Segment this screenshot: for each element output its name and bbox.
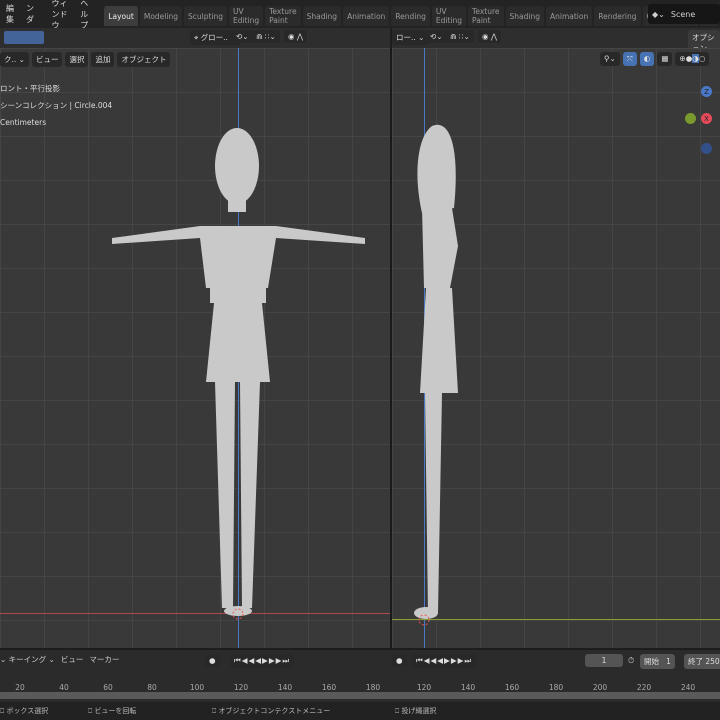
status-label: オブジェクトコンテクストメニュー <box>218 707 331 715</box>
menu-window[interactable]: ウィンドウ <box>45 0 74 31</box>
character-side-view[interactable] <box>392 48 720 648</box>
orientation-label: ロー.. <box>396 33 416 42</box>
tab-workspace[interactable]: UV Editing <box>229 6 264 26</box>
tab-workspace[interactable]: Texture Paint <box>265 6 301 26</box>
tab-workspace[interactable]: Rending <box>391 6 430 26</box>
playback-controls[interactable]: ⏮◀◀◀▶▶▶⏭ <box>230 654 295 668</box>
snap-toggle[interactable]: ⋒ ∷⌄ <box>252 30 280 43</box>
status-lasso-select: ⎕ 投げ縄選択 <box>395 707 437 715</box>
menu-help[interactable]: ヘルプ <box>74 0 96 31</box>
tab-workspace[interactable]: Animation <box>343 6 390 26</box>
workspace-tabs: Layout Modeling Sculpting UV Editing Texture… <box>104 6 720 28</box>
scene-name: Scene <box>670 9 696 19</box>
select-mode-icons[interactable] <box>4 31 44 44</box>
proportional-edit[interactable]: ◉ ⋀ <box>284 30 308 43</box>
snap-toggle[interactable]: ⋒ ∷⌄ <box>446 30 474 43</box>
playback-controls[interactable]: ⏮◀◀◀▶▶▶⏭ <box>412 654 477 668</box>
end-value: 250 <box>705 657 720 666</box>
frame-tick: 160 <box>321 683 337 692</box>
timeline-scrollbar[interactable] <box>0 692 720 699</box>
tab-workspace[interactable]: Shading <box>302 6 342 26</box>
transform-orientation-dropdown[interactable]: ロー.. ⌄ <box>392 30 429 45</box>
tab-workspace[interactable]: Rendering <box>594 6 641 26</box>
start-label: 開始 <box>644 657 659 666</box>
timeline: ⌄ キーイング ⌄ ビュー マーカー ● ⏮◀◀◀▶▶▶⏭ ● ⏮◀◀◀▶▶▶⏭… <box>0 650 720 702</box>
frame-tick: 120 <box>233 683 249 692</box>
start-value: 1 <box>666 657 671 666</box>
left-3d-viewport[interactable]: ク.. ⌄ ビュー 選択 追加 オブジェクト ロント・平行投影 シーンコレクショ… <box>0 48 390 648</box>
frame-tick: 60 <box>103 683 113 692</box>
status-rotate-view: ⎕ ビューを回転 <box>88 707 137 715</box>
menu-edit[interactable]: 編集 <box>0 3 20 25</box>
right-3d-viewport[interactable]: ⚲⌄ ⤧ ◐ ▦ ⊕●◑○ Z X <box>392 48 720 648</box>
frame-tick: 180 <box>365 683 381 692</box>
current-frame-field[interactable]: 1 <box>585 654 623 667</box>
frame-tick: 180 <box>548 683 564 692</box>
tab-workspace[interactable]: UV Editing <box>431 6 467 26</box>
frame-tick: 140 <box>460 683 476 692</box>
record-button[interactable]: ● <box>392 654 407 667</box>
frame-tick: 160 <box>504 683 520 692</box>
frame-tick: 20 <box>15 683 25 692</box>
stopwatch-icon: ⏱ <box>628 656 635 665</box>
frame-tick: 80 <box>147 683 157 692</box>
start-frame-field[interactable]: 開始 1 <box>640 654 675 669</box>
keying-label: キーイング <box>8 655 47 664</box>
tab-workspace[interactable]: Modeling <box>139 6 182 26</box>
status-bar: ⎕ ボックス選択 ⎕ ビューを回転 ⎕ オブジェクトコンテクストメニュー ⎕ 投… <box>0 702 720 720</box>
tab-workspace[interactable]: Layout <box>104 6 138 26</box>
frame-tick: 100 <box>189 683 205 692</box>
status-context-menu: ⎕ オブジェクトコンテクストメニュー <box>212 707 331 715</box>
status-label: ビューを回転 <box>94 707 137 715</box>
frame-tick: 220 <box>636 683 652 692</box>
top-bar: 編集 レンダー ウィンドウ ヘルプ LayoutModelingSculptin… <box>0 0 720 35</box>
pivot-dropdown[interactable]: ⟲⌄ <box>426 30 447 43</box>
record-button[interactable]: ● <box>205 654 220 667</box>
orientation-label: グロー.. <box>200 33 228 42</box>
menu-marker[interactable]: マーカー <box>89 654 119 665</box>
frame-tick: 120 <box>416 683 432 692</box>
frame-tick: 40 <box>59 683 69 692</box>
pivot-dropdown[interactable]: ⟲⌄ <box>232 30 253 43</box>
character-front-view[interactable] <box>0 48 390 648</box>
status-box-select: ⎕ ボックス選択 <box>0 707 49 715</box>
menu-view[interactable]: ビュー <box>61 654 84 665</box>
status-label: ボックス選択 <box>6 707 49 715</box>
right-viewport-header: ロー.. ⌄ ⟲⌄ ⋒ ∷⌄ ◉ ⋀ オプション <box>392 28 720 56</box>
end-label: 終了 <box>688 657 703 666</box>
status-label: 投げ縄選択 <box>401 707 437 715</box>
scene-icon: ◆⌄ <box>652 9 665 19</box>
orientation-icon: ⌖ <box>194 33 201 42</box>
frame-tick: 240 <box>680 683 696 692</box>
keying-menu[interactable]: ⌄ キーイング ⌄ <box>0 654 55 665</box>
frame-tick: 200 <box>592 683 608 692</box>
tab-workspace[interactable]: Texture Paint <box>468 6 504 26</box>
tab-workspace[interactable]: Animation <box>545 6 593 26</box>
tab-workspace[interactable]: Sculpting <box>183 6 227 26</box>
left-viewport-header: ⌖ グロー.. ⌄ ⟲⌄ ⋒ ∷⌄ ◉ ⋀ <box>0 28 390 48</box>
scene-selector[interactable]: ◆⌄ Scene <box>648 4 720 24</box>
end-frame-field[interactable]: 終了 250 <box>684 654 720 669</box>
tab-workspace[interactable]: Shading <box>505 6 544 26</box>
frame-tick: 140 <box>277 683 293 692</box>
proportional-edit[interactable]: ◉ ⋀ <box>478 30 502 43</box>
